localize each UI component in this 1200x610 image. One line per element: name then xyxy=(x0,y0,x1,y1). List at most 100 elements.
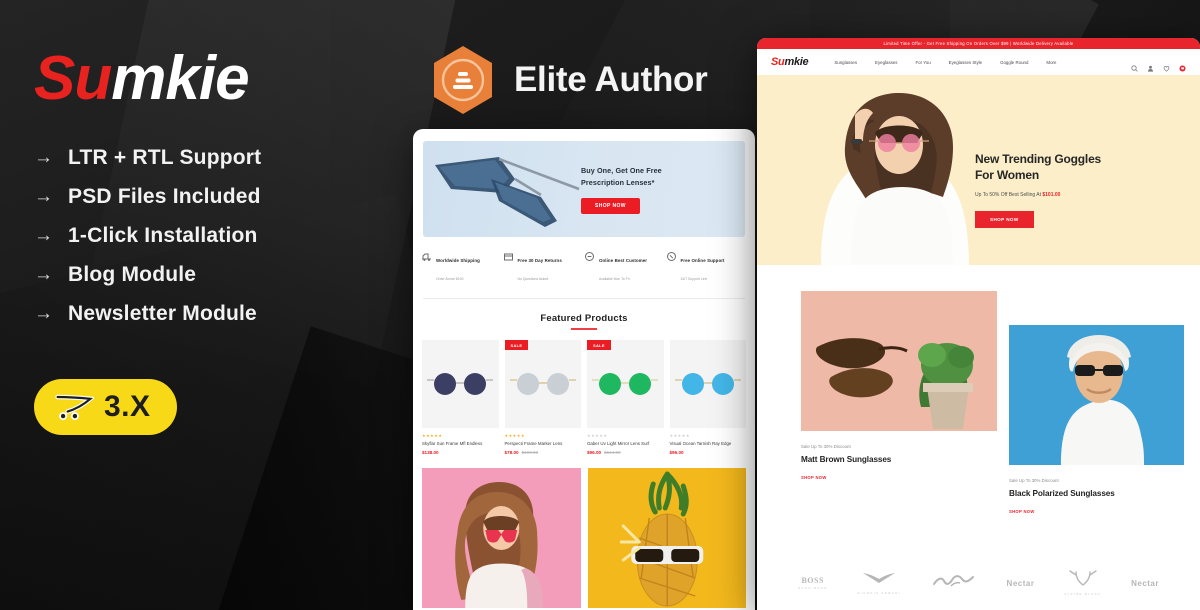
version-label: 3.X xyxy=(104,390,151,423)
promo-line-1: Buy One, Get One Free xyxy=(581,166,662,175)
left-info-column: Sumkie → LTR + RTL Support → PSD Files I… xyxy=(34,48,414,435)
cart-icon[interactable] xyxy=(1179,59,1186,71)
brand-name: Nectar xyxy=(1006,578,1035,588)
site-logo[interactable]: Sumkie xyxy=(771,56,809,68)
feature-item-newsletter: → Newsletter Module xyxy=(34,302,414,326)
heart-icon[interactable] xyxy=(1163,59,1170,72)
brand-sub: GIORGIO ARMANI xyxy=(857,591,901,595)
return-box-icon xyxy=(503,249,514,261)
promo-banner[interactable]: Buy One, Get One Free Prescription Lense… xyxy=(423,141,745,237)
right-site-preview[interactable]: Limited Time Offer - Get Free Shipping O… xyxy=(757,38,1200,610)
user-icon[interactable] xyxy=(1147,59,1154,72)
feature-label: Newsletter Module xyxy=(68,302,257,325)
service-sub: 24/7 Support Line xyxy=(680,277,708,281)
brand-boss: BOSS HUGO BOSS xyxy=(798,576,828,590)
arrow-icon: → xyxy=(34,264,53,285)
shipping-truck-icon xyxy=(421,249,432,261)
brand-armani: GIORGIO ARMANI xyxy=(857,571,900,595)
card-title: Matt Brown Sunglasses xyxy=(801,455,892,464)
arrow-icon: → xyxy=(34,225,53,246)
card-shop-now-link[interactable]: SHOP NOW xyxy=(801,475,997,480)
brand-nectar-2: Nectar xyxy=(1131,579,1159,588)
elite-author-hex-icon xyxy=(430,44,496,116)
hero-headline-2: For Women xyxy=(975,168,1039,183)
sale-badge: SALE xyxy=(587,340,611,350)
service-title: Free Online Support xyxy=(680,258,725,263)
sale-badge: SALE xyxy=(504,340,529,350)
brand-logo-strip: BOSS HUGO BOSS GIORGIO ARMANI Nectar ALP… xyxy=(757,556,1200,610)
announcement-bar: Limited Time Offer - Get Free Shipping O… xyxy=(757,38,1200,49)
search-icon[interactable] xyxy=(1131,59,1138,72)
promo-card-black-polarized[interactable]: Sale Up To 30% Discount Black Polarized … xyxy=(1009,325,1184,514)
product-card[interactable]: ★★★★★ Skyflar Sun Frame Mfl Endless $138… xyxy=(422,340,499,455)
brand-nectar-1: Nectar xyxy=(1007,579,1035,588)
featured-heading-text: Featured Products xyxy=(540,313,628,324)
hero-sub-price: $101.00 xyxy=(1042,192,1061,199)
promo-shop-now-button[interactable]: SHOP NOW xyxy=(581,198,640,215)
brand-sub: ALPINE BLANC xyxy=(1064,592,1102,596)
banner-pineapple-yellow[interactable] xyxy=(587,468,746,609)
rating-stars: ★★★★★ xyxy=(587,433,608,438)
card-title: Black Polarized Sunglasses xyxy=(1009,489,1115,498)
arrow-icon: → xyxy=(34,147,53,168)
product-card[interactable]: SALE ★★★★★ Perspecti Frame Marker Lens $… xyxy=(504,340,581,456)
matt-brown-image xyxy=(801,291,997,435)
brand-rayban xyxy=(931,573,977,594)
promo-card-matt-brown[interactable]: Sale Up To 30% Discount Matt Brown Sungl… xyxy=(801,291,997,480)
logo-mkie: mkie xyxy=(784,56,809,68)
support-badge-icon xyxy=(584,249,595,261)
product-price: $96.00 $124.00 xyxy=(587,450,664,455)
card-shop-now-link[interactable]: SHOP NOW xyxy=(1009,509,1184,514)
brand-logo-su: Su xyxy=(34,44,112,113)
heading-underline xyxy=(571,328,597,330)
product-name: Visual Ocean Tarnish Ray Edge xyxy=(669,441,732,446)
brand-sub: HUGO BOSS xyxy=(797,586,828,590)
product-name: Perspecti Frame Marker Lens xyxy=(504,441,563,446)
headset-icon xyxy=(666,249,677,261)
feature-label: Blog Module xyxy=(68,263,197,286)
price-old: $124.00 xyxy=(604,450,621,456)
price-current: $96.00 xyxy=(587,450,602,456)
featured-products-heading: Featured Products xyxy=(413,313,755,330)
brand-logo-mkie: mkie xyxy=(111,44,249,113)
hero-sub-prefix: Up To 50% Off Best Selling At xyxy=(975,192,1043,199)
price-current: $78.00 xyxy=(504,450,519,456)
nav-item-for-you[interactable]: For You xyxy=(916,60,931,65)
hero-banner[interactable]: New Trending Goggles For Women Up To 50%… xyxy=(757,75,1200,265)
nav-item-goggle-round[interactable]: Goggle Round xyxy=(1000,60,1028,65)
brand-logo: Sumkie xyxy=(34,48,414,110)
product-image xyxy=(669,340,746,428)
nav-item-eyeglasses[interactable]: Eyeglasses xyxy=(875,60,897,65)
shopping-cart-icon xyxy=(54,392,96,422)
sunglasses-photo xyxy=(429,149,604,231)
product-image xyxy=(422,340,499,428)
hero-subtext: Up To 50% Off Best Selling At $101.00 xyxy=(975,192,1175,198)
feature-label: PSD Files Included xyxy=(68,185,261,208)
nav-item-eyeglasses-style[interactable]: Eyeglasses Style xyxy=(949,60,982,65)
nav-item-sunglasses[interactable]: Sunglasses xyxy=(834,60,857,65)
service-item-customer: Online Best Customer Available Mon To Fri xyxy=(584,249,666,285)
product-card[interactable]: ★★★★★ Visual Ocean Tarnish Ray Edge $96.… xyxy=(669,340,746,456)
nav-item-more[interactable]: More xyxy=(1046,60,1056,65)
promo-line-2: Prescription Lenses* xyxy=(581,178,655,188)
promo-card-section: Sale Up To 30% Discount Matt Brown Sungl… xyxy=(757,265,1200,565)
brand-name: Nectar xyxy=(1131,578,1159,588)
arrow-icon: → xyxy=(34,186,53,207)
hero-shop-now-button[interactable]: SHOP NOW xyxy=(975,211,1034,229)
banner-woman-pink[interactable] xyxy=(422,468,581,609)
service-title: Online Best Customer xyxy=(599,258,648,263)
product-card[interactable]: SALE ★★★★★ Gaber Uv Light Mirror Lens Su… xyxy=(587,340,664,455)
black-polarized-image xyxy=(1009,325,1184,469)
service-sub: No Questions Asked xyxy=(517,277,549,281)
service-item-support: Free Online Support 24/7 Support Line xyxy=(666,249,748,285)
service-title: Free 30 Day Returns xyxy=(517,258,562,263)
feature-item-psd: → PSD Files Included xyxy=(34,185,414,209)
product-price: $96.00 xyxy=(669,450,684,456)
nav-menu: Sunglasses Eyeglasses For You Eyeglasses… xyxy=(834,60,1131,65)
brand-name: BOSS xyxy=(801,576,824,585)
product-image xyxy=(587,340,664,428)
middle-site-preview[interactable]: Buy One, Get One Free Prescription Lense… xyxy=(413,129,755,610)
hero-headline-1: New Trending Goggles xyxy=(975,152,1102,166)
product-price: $138.00 xyxy=(422,450,439,456)
feature-item-one-click: → 1-Click Installation xyxy=(34,224,414,248)
